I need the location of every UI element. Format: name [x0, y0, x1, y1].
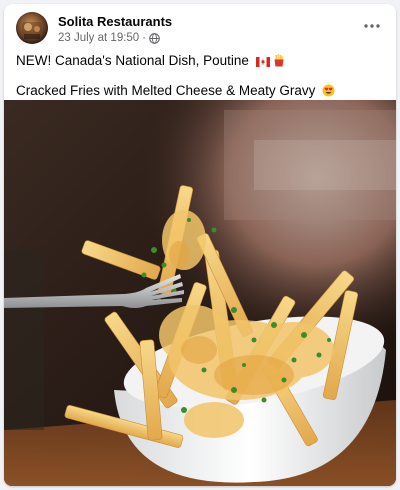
fries-emoji	[273, 54, 285, 72]
more-options-icon[interactable]	[360, 16, 384, 36]
post-text-line-1: NEW! Canada's National Dish, Poutine	[16, 52, 384, 72]
page-name[interactable]: Solita Restaurants	[58, 14, 172, 29]
poutine-photo[interactable]	[4, 100, 396, 486]
post-header: Solita Restaurants 23 July at 19:50 ·	[16, 12, 384, 48]
post-text-line-2-text: Cracked Fries with Melted Cheese & Meaty…	[16, 83, 316, 98]
canada-flag-emoji	[255, 54, 270, 72]
post-meta: 23 July at 19:50 ·	[58, 32, 160, 44]
post-date[interactable]: 23 July at 19:50	[58, 32, 139, 44]
post-text-line-2: Cracked Fries with Melted Cheese & Meaty…	[16, 82, 384, 102]
post-text-line-1-text: NEW! Canada's National Dish, Poutine	[16, 53, 249, 68]
post-card: Solita Restaurants 23 July at 19:50 · NE…	[4, 4, 396, 486]
post-text: NEW! Canada's National Dish, Poutine Cra…	[16, 52, 384, 102]
meta-separator: ·	[142, 32, 147, 44]
avatar[interactable]	[16, 12, 48, 44]
globe-icon	[149, 32, 160, 44]
